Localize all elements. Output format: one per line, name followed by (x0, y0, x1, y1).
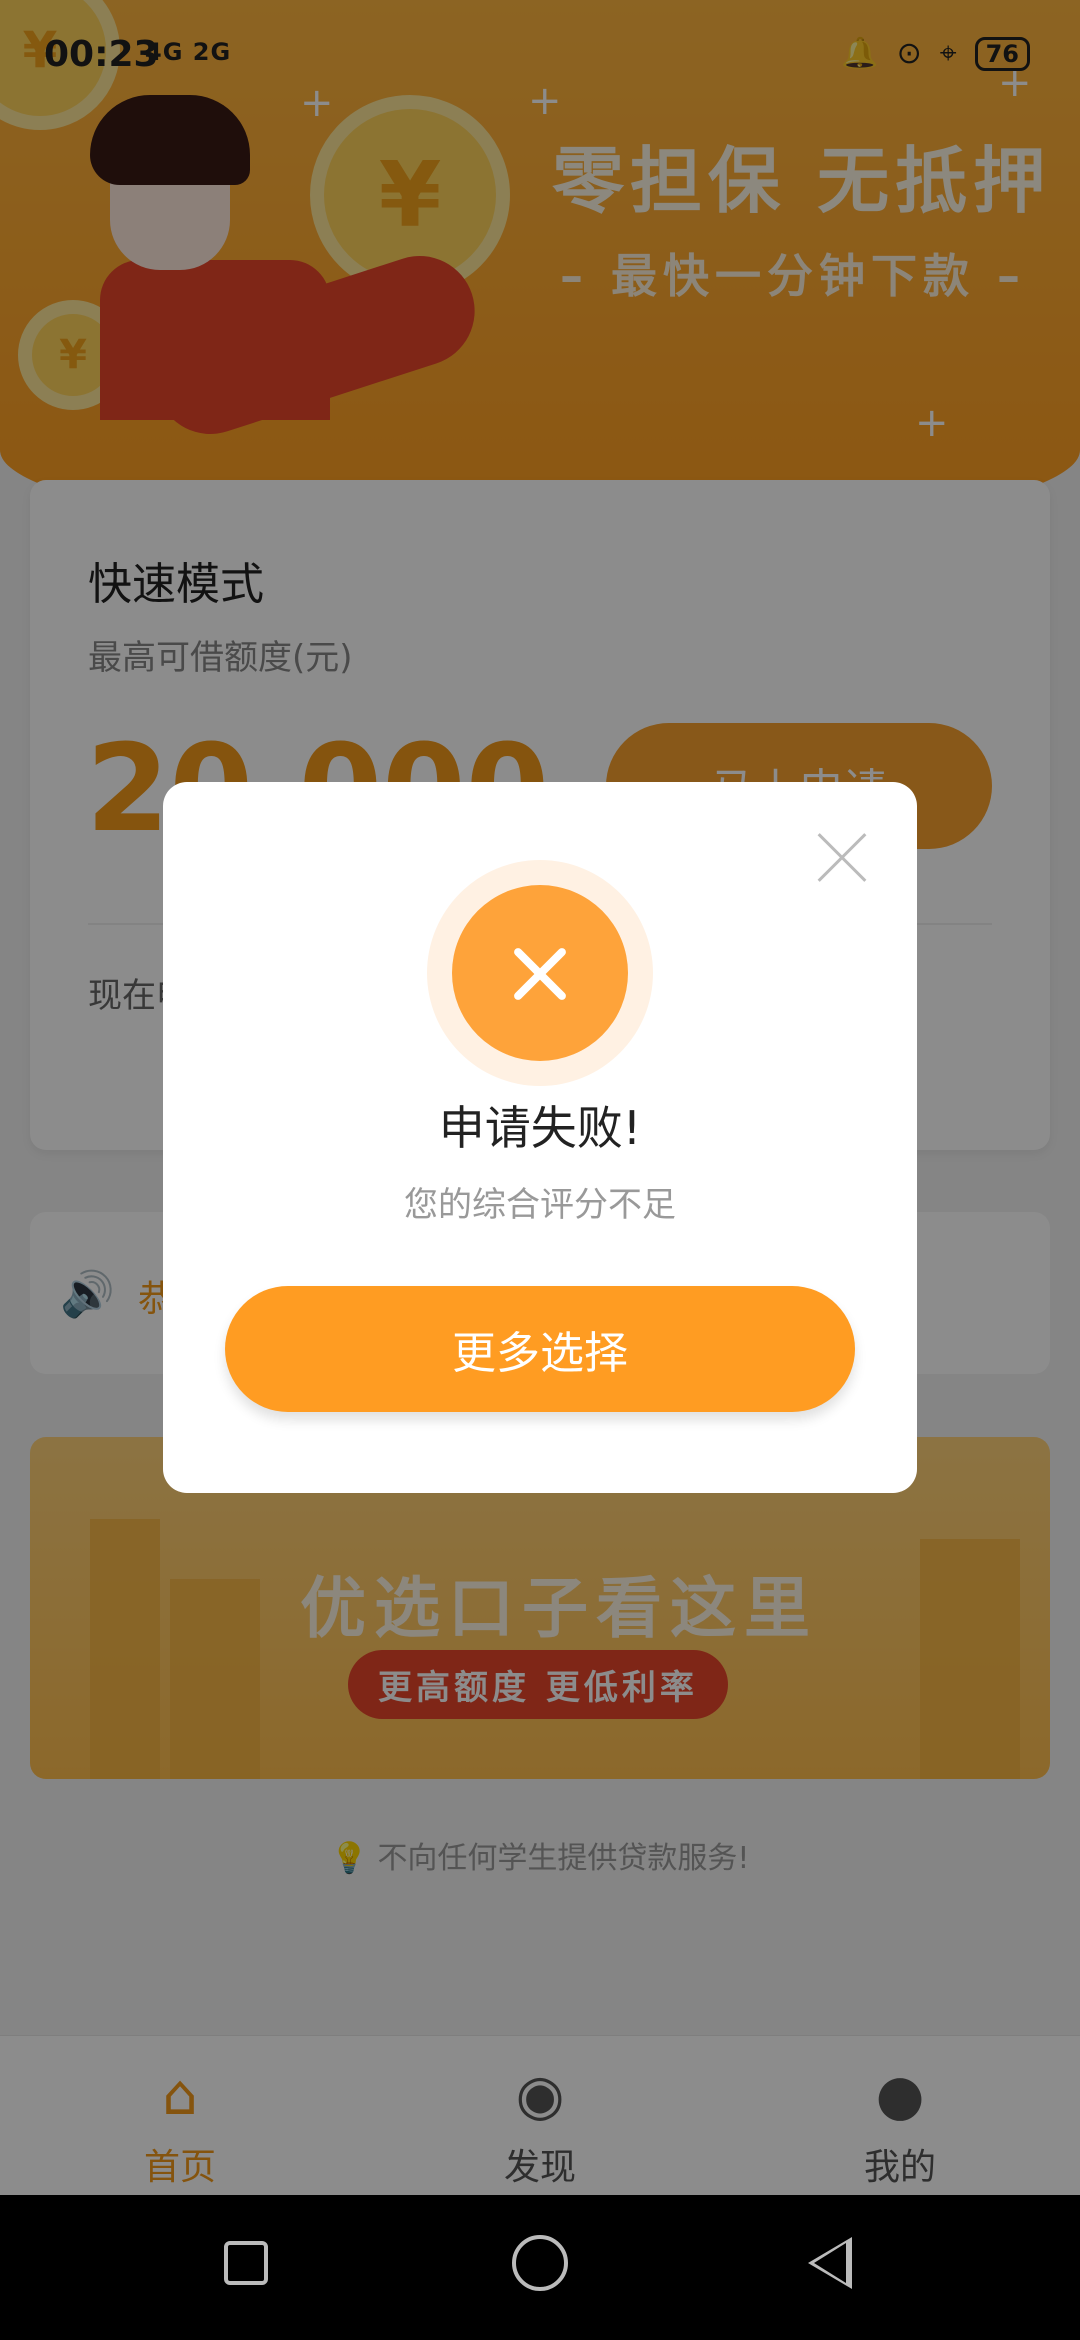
result-dialog: 申请失败! 您的综合评分不足 更多选择 (163, 782, 917, 1493)
home-button[interactable] (512, 2235, 568, 2291)
back-button[interactable] (808, 2237, 852, 2289)
more-options-button[interactable]: 更多选择 (225, 1286, 855, 1412)
x-mark-icon (452, 885, 628, 1061)
fail-icon (427, 860, 653, 1086)
system-nav-bar (0, 2195, 1080, 2340)
dialog-title: 申请失败! (438, 1101, 642, 1155)
recents-button[interactable] (224, 2241, 268, 2285)
close-icon[interactable] (807, 822, 877, 892)
dialog-message: 您的综合评分不足 (404, 1185, 676, 1225)
